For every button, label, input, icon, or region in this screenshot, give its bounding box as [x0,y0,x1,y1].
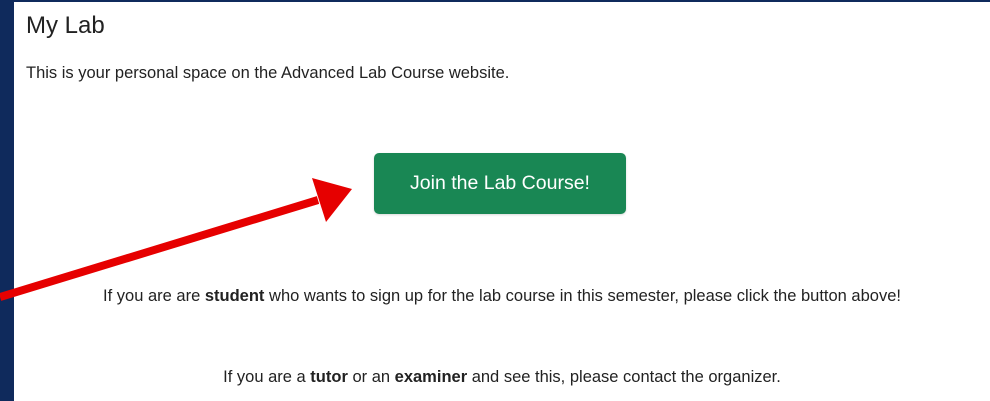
student-emphasis: student [204,287,265,305]
tutor-emphasis: tutor [310,368,348,386]
staff-note-before: If you are a [223,368,311,386]
content-panel: My Lab This is your personal space on th… [14,2,990,401]
intro-text: This is your personal space on the Advan… [26,64,510,82]
student-note-before: If you are are [103,287,205,305]
staff-note-middle: or an [347,368,395,386]
staff-note: If you are a tutor or an examiner and se… [14,368,990,387]
page-frame: My Lab This is your personal space on th… [0,0,990,401]
student-note: If you are are student who wants to sign… [14,282,990,311]
join-lab-course-button[interactable]: Join the Lab Course! [374,153,626,214]
examiner-emphasis: examiner [394,368,468,386]
page-title: My Lab [26,12,105,39]
staff-note-after: and see this, please contact the organiz… [467,368,781,386]
student-note-after: who wants to sign up for the lab course … [264,287,901,305]
